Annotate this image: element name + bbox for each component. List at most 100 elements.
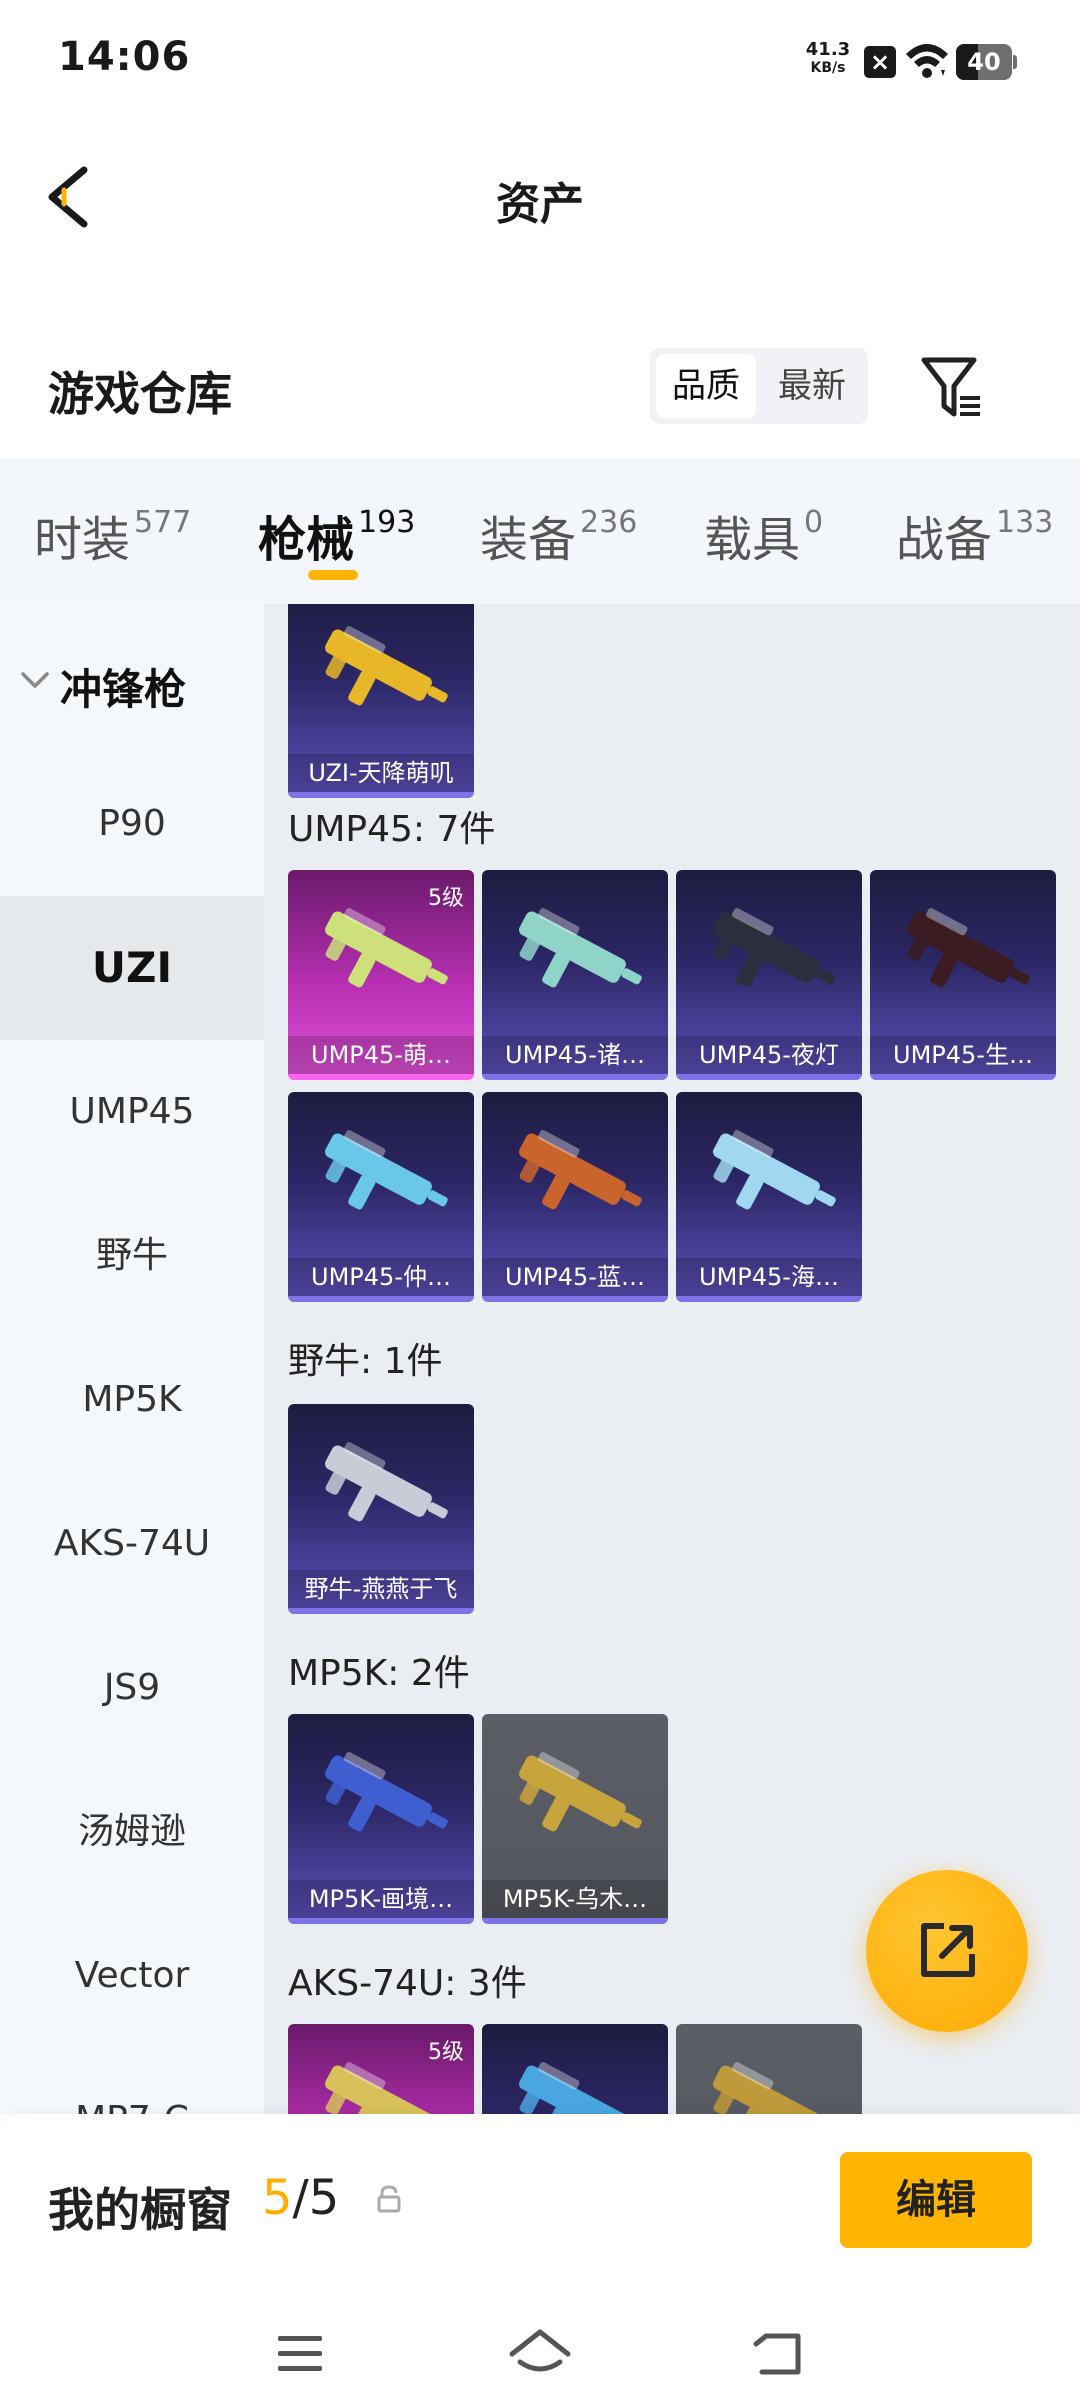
- level-badge: 5级: [428, 886, 464, 911]
- tab-count: 133: [996, 505, 1054, 540]
- weapon-card[interactable]: UMP45-海…: [676, 1092, 862, 1302]
- network-speed: 41.3 KB/s: [802, 40, 854, 78]
- chevron-down-icon: [21, 672, 49, 688]
- weapon-card-caption: 野牛-燕燕于飞: [288, 1570, 474, 1608]
- weapon-card-caption: UMP45-仲…: [288, 1258, 474, 1296]
- weapon-type-sidebar: 冲锋枪 P90 UZI UMP45 野牛 MP5K AKS-74U JS9 汤姆…: [0, 604, 264, 2114]
- sidebar-item-bizon[interactable]: 野牛: [0, 1184, 264, 1328]
- tab-label: 载具: [704, 512, 801, 568]
- sort-newest-option[interactable]: 最新: [762, 354, 862, 418]
- battery-icon: 40: [956, 44, 1017, 80]
- sidebar-item-thompson[interactable]: 汤姆逊: [0, 1760, 264, 1904]
- filter-icon[interactable]: [920, 356, 984, 420]
- weapon-card[interactable]: UMP45-诸…: [482, 870, 668, 1080]
- weapon-card-caption: UMP45-萌…: [288, 1036, 474, 1074]
- weapon-card[interactable]: MP5K-画境…: [288, 1714, 474, 1924]
- active-tab-indicator: [308, 570, 358, 580]
- weapon-skin-icon: [325, 626, 448, 706]
- sidebar-item-ump45[interactable]: UMP45: [0, 1040, 264, 1184]
- lock-icon: [377, 2185, 401, 2213]
- sidebar-item-mp7c[interactable]: MP7-C: [0, 2048, 264, 2114]
- tab-label: 时装: [34, 512, 131, 568]
- weapon-card[interactable]: UMP45-仲…: [288, 1092, 474, 1302]
- weapon-skin-icon: [907, 908, 1030, 988]
- network-speed-unit: KB/s: [810, 60, 846, 76]
- weapon-card-caption: UMP45-夜灯: [676, 1036, 862, 1074]
- tab-count: 193: [358, 505, 416, 540]
- weapon-skin-icon: [519, 908, 642, 988]
- section-title: 野牛: 1件: [288, 1341, 443, 1382]
- showcase-count: 5/5: [262, 2170, 339, 2226]
- tab-combat-gear[interactable]: 战备 133: [896, 500, 1053, 570]
- x-app-icon: ×: [864, 46, 896, 78]
- tab-fashion[interactable]: 时装 577: [34, 500, 191, 570]
- tab-equipment[interactable]: 装备 236: [480, 500, 637, 570]
- sort-toggle: 品质 最新: [650, 348, 868, 424]
- level-badge: 5级: [428, 2040, 464, 2065]
- share-icon: [921, 1923, 975, 1977]
- asset-screen: 14:06 41.3 KB/s × 40 资产 游戏仓库 品质 最新 时装 57…: [0, 0, 1080, 2408]
- tab-label: 战备: [896, 512, 993, 568]
- weapon-skin-icon: [325, 1442, 448, 1522]
- weapon-card[interactable]: [482, 2024, 668, 2114]
- weapon-card[interactable]: 5级 UMP45-萌…: [288, 870, 474, 1080]
- section-title: UMP45: 7件: [288, 809, 496, 850]
- weapon-skin-icon: [325, 1130, 448, 1210]
- tab-vehicles[interactable]: 载具 0: [704, 500, 823, 570]
- showcase-current: 5: [262, 2170, 293, 2226]
- edit-button[interactable]: 编辑: [840, 2152, 1032, 2248]
- home-icon[interactable]: [508, 2326, 572, 2382]
- weapon-skin-icon: [325, 1752, 448, 1832]
- showcase-label: 我的橱窗: [48, 2183, 232, 2237]
- sidebar-group-label: 冲锋枪: [60, 665, 187, 714]
- weapon-card-caption: UMP45-生…: [870, 1036, 1056, 1074]
- weapon-skin-icon: [713, 1130, 836, 1210]
- weapon-card-caption: MP5K-乌木…: [482, 1880, 668, 1918]
- weapon-skin-icon: [519, 1752, 642, 1832]
- menu-icon[interactable]: [276, 2332, 324, 2376]
- sidebar-item-mp5k[interactable]: MP5K: [0, 1328, 264, 1472]
- weapon-card-caption: UMP45-诸…: [482, 1036, 668, 1074]
- system-nav-bar: [0, 2314, 1080, 2408]
- wifi-icon: [906, 44, 948, 78]
- back-nav-icon[interactable]: [752, 2330, 808, 2380]
- battery-level: 40: [967, 48, 1001, 76]
- weapon-card[interactable]: [676, 2024, 862, 2114]
- weapon-skin-icon: [519, 1130, 642, 1210]
- warehouse-title: 游戏仓库: [48, 367, 232, 421]
- page-title: 资产: [496, 179, 584, 230]
- tab-count: 0: [804, 505, 824, 540]
- section-title: MP5K: 2件: [288, 1653, 470, 1694]
- weapon-card-caption: UZI-天降萌叽: [288, 754, 474, 792]
- weapon-skin-icon: [713, 2062, 820, 2114]
- showcase-panel: 我的橱窗 5/5 编辑: [0, 2114, 1080, 2408]
- sidebar-item-js9[interactable]: JS9: [0, 1616, 264, 1760]
- status-time: 14:06: [58, 34, 191, 80]
- tab-count: 577: [134, 505, 192, 540]
- weapon-card-caption: MP5K-画境…: [288, 1880, 474, 1918]
- sidebar-item-vector[interactable]: Vector: [0, 1904, 264, 2048]
- weapon-card[interactable]: UMP45-夜灯: [676, 870, 862, 1080]
- sidebar-item-p90[interactable]: P90: [0, 752, 264, 896]
- tab-count: 236: [580, 505, 638, 540]
- sidebar-group-smg[interactable]: 冲锋枪: [0, 644, 264, 724]
- sort-quality-option[interactable]: 品质: [656, 354, 756, 418]
- weapon-card[interactable]: 野牛-燕燕于飞: [288, 1404, 474, 1614]
- share-button[interactable]: [866, 1870, 1028, 2032]
- tab-label: 装备: [480, 512, 577, 568]
- weapon-card[interactable]: UMP45-蓝…: [482, 1092, 668, 1302]
- weapon-card-caption: UMP45-蓝…: [482, 1258, 668, 1296]
- weapon-skin-icon: [519, 2062, 626, 2114]
- weapon-card[interactable]: UMP45-生…: [870, 870, 1056, 1080]
- sidebar-item-aks74u[interactable]: AKS-74U: [0, 1472, 264, 1616]
- weapon-card[interactable]: MP5K-乌木…: [482, 1714, 668, 1924]
- section-title: AKS-74U: 3件: [288, 1963, 527, 2004]
- tab-firearms[interactable]: 枪械 193: [258, 500, 415, 570]
- showcase-total: 5: [308, 2170, 340, 2226]
- weapon-card[interactable]: 5级: [288, 2024, 474, 2114]
- weapon-card-caption: UMP45-海…: [676, 1258, 862, 1296]
- tab-label: 枪械: [258, 512, 355, 568]
- weapon-card[interactable]: UZI-天降萌叽: [288, 604, 474, 798]
- sidebar-item-uzi[interactable]: UZI: [0, 896, 264, 1040]
- category-tabs: 时装 577 枪械 193 装备 236 载具 0 战备 133: [0, 458, 1080, 604]
